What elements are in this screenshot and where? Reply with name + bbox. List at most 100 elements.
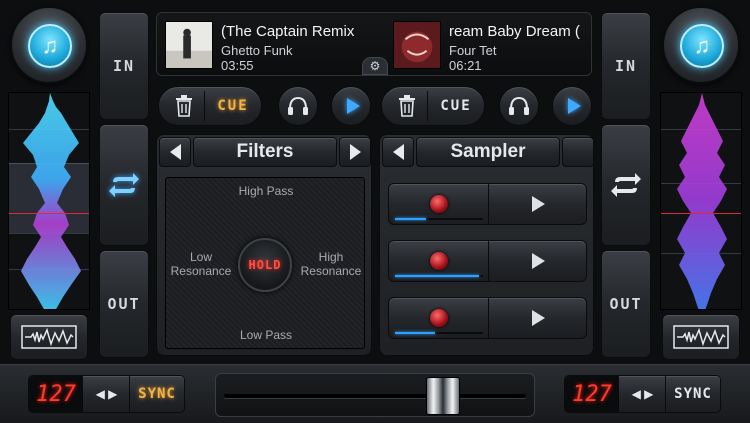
sync-label: SYNC	[674, 386, 712, 402]
right-add-track-button[interactable]: ♫	[662, 6, 740, 84]
left-loop-controls: IN OUT	[99, 12, 149, 358]
sampler-play-button[interactable]	[490, 184, 587, 224]
left-waveform-graphic	[21, 93, 81, 309]
record-led-icon	[429, 309, 448, 327]
settings-button[interactable]: ⚙	[362, 57, 388, 75]
right-play-button[interactable]	[552, 86, 592, 126]
trash-icon	[175, 95, 192, 117]
filter-xy-pad[interactable]: High Pass Low Pass Low Resonance High Re…	[165, 177, 365, 349]
arrow-left-icon	[169, 144, 181, 160]
cue-label: CUE	[440, 98, 472, 114]
left-eject-button[interactable]	[163, 91, 205, 121]
loop-out-label: OUT	[609, 295, 643, 313]
right-loop-button[interactable]	[601, 124, 651, 246]
left-overview-button[interactable]	[10, 314, 88, 360]
sampler-play-button[interactable]	[490, 298, 587, 338]
right-loop-out-button[interactable]: OUT	[601, 250, 651, 358]
sampler-slot-3	[388, 297, 587, 339]
filters-panel: Filters High Pass Low Pass Low Resonance…	[156, 134, 372, 356]
left-headphone-button[interactable]	[278, 86, 318, 126]
right-cue-group: CUE	[381, 86, 485, 126]
add-music-icon: ♫	[680, 24, 724, 68]
loop-in-label: IN	[614, 57, 638, 75]
left-waveform[interactable]	[8, 92, 90, 310]
left-deck-column: ♫	[6, 6, 92, 361]
trash-icon	[398, 95, 415, 117]
right-bpm-display[interactable]: 127	[565, 376, 619, 412]
sampler-progress-fill	[395, 218, 426, 220]
sampler-slot-2	[388, 240, 587, 282]
loop-out-label: OUT	[107, 295, 141, 313]
gear-icon: ⚙	[369, 59, 381, 73]
left-add-track-button[interactable]: ♫	[10, 6, 88, 84]
filters-next-button[interactable]	[339, 137, 371, 167]
crossfader[interactable]	[215, 373, 535, 417]
cue-label: CUE	[217, 98, 249, 114]
loop-icon	[611, 173, 641, 197]
right-track-info[interactable]: ream Baby Dream ( Four Tet 06:21	[393, 21, 593, 71]
right-bpm-group: 127 ◀ ▶ SYNC	[564, 375, 721, 413]
left-cue-group: CUE	[158, 86, 262, 126]
sampler-progress-fill	[395, 275, 479, 277]
right-sync-button[interactable]: SYNC	[667, 376, 719, 412]
record-led-icon	[429, 252, 448, 270]
left-loop-button[interactable]	[99, 124, 149, 246]
play-icon	[532, 253, 545, 269]
sampler-next-button[interactable]	[562, 137, 594, 167]
hold-label: HOLD	[248, 258, 282, 272]
filters-prev-button[interactable]	[159, 137, 191, 167]
right-album-art	[393, 21, 441, 69]
left-track-info[interactable]: (The Captain Remix Ghetto Funk 03:55	[165, 21, 365, 71]
hold-button[interactable]: HOLD	[238, 238, 292, 292]
track-info-bar: (The Captain Remix Ghetto Funk 03:55 ⚙ r…	[156, 12, 592, 76]
play-icon	[567, 98, 581, 114]
right-cue-button[interactable]: CUE	[430, 91, 482, 121]
sampler-progress	[395, 218, 483, 220]
headphones-icon	[288, 96, 308, 115]
left-bpm-group: 127 ◀ ▶ SYNC	[28, 375, 185, 413]
arrow-right-icon	[349, 144, 361, 160]
right-track-title: ream Baby Dream (	[449, 23, 580, 40]
low-pass-label: Low Pass	[239, 328, 293, 342]
right-nudge-button[interactable]: ◀ ▶	[620, 376, 666, 412]
right-overview-button[interactable]	[662, 314, 740, 360]
left-loop-in-button[interactable]: IN	[99, 12, 149, 120]
left-track-time: 03:55	[221, 58, 254, 71]
right-track-time: 06:21	[449, 58, 482, 71]
add-music-icon: ♫	[28, 24, 72, 68]
left-bpm-display[interactable]: 127	[29, 376, 83, 412]
sampler-progress	[395, 332, 483, 334]
arrow-left-icon	[392, 144, 404, 160]
nudge-arrows-icon: ◀ ▶	[631, 387, 654, 401]
play-icon	[346, 98, 360, 114]
right-eject-button[interactable]	[386, 91, 428, 121]
left-cue-button[interactable]: CUE	[207, 91, 259, 121]
nudge-arrows-icon: ◀ ▶	[95, 387, 118, 401]
loop-in-label: IN	[112, 57, 136, 75]
left-loop-out-button[interactable]: OUT	[99, 250, 149, 358]
right-waveform-graphic	[677, 93, 727, 309]
left-nudge-button[interactable]: ◀ ▶	[84, 376, 130, 412]
crossfader-handle[interactable]	[426, 377, 461, 415]
record-led-icon	[429, 195, 448, 213]
sampler-slot-1	[388, 183, 587, 225]
filters-header: Filters	[157, 135, 373, 169]
right-headphone-button[interactable]	[499, 86, 539, 126]
right-deck-column: ♫	[658, 6, 744, 361]
right-loop-in-button[interactable]: IN	[601, 12, 651, 120]
right-waveform[interactable]	[660, 92, 742, 310]
play-icon	[532, 196, 545, 212]
left-sync-button[interactable]: SYNC	[131, 376, 183, 412]
filters-title: Filters	[193, 137, 337, 167]
sampler-progress-fill	[395, 332, 435, 334]
left-play-button[interactable]	[331, 86, 371, 126]
right-track-artist: Four Tet	[449, 43, 497, 58]
left-track-title: (The Captain Remix	[221, 23, 355, 40]
left-album-art	[165, 21, 213, 69]
sampler-play-button[interactable]	[490, 241, 587, 281]
sampler-prev-button[interactable]	[382, 137, 414, 167]
waveform-overview-icon	[21, 325, 77, 349]
loop-icon	[109, 173, 139, 197]
crossfader-track	[224, 394, 526, 398]
high-resonance-label: High Resonance	[300, 250, 362, 278]
